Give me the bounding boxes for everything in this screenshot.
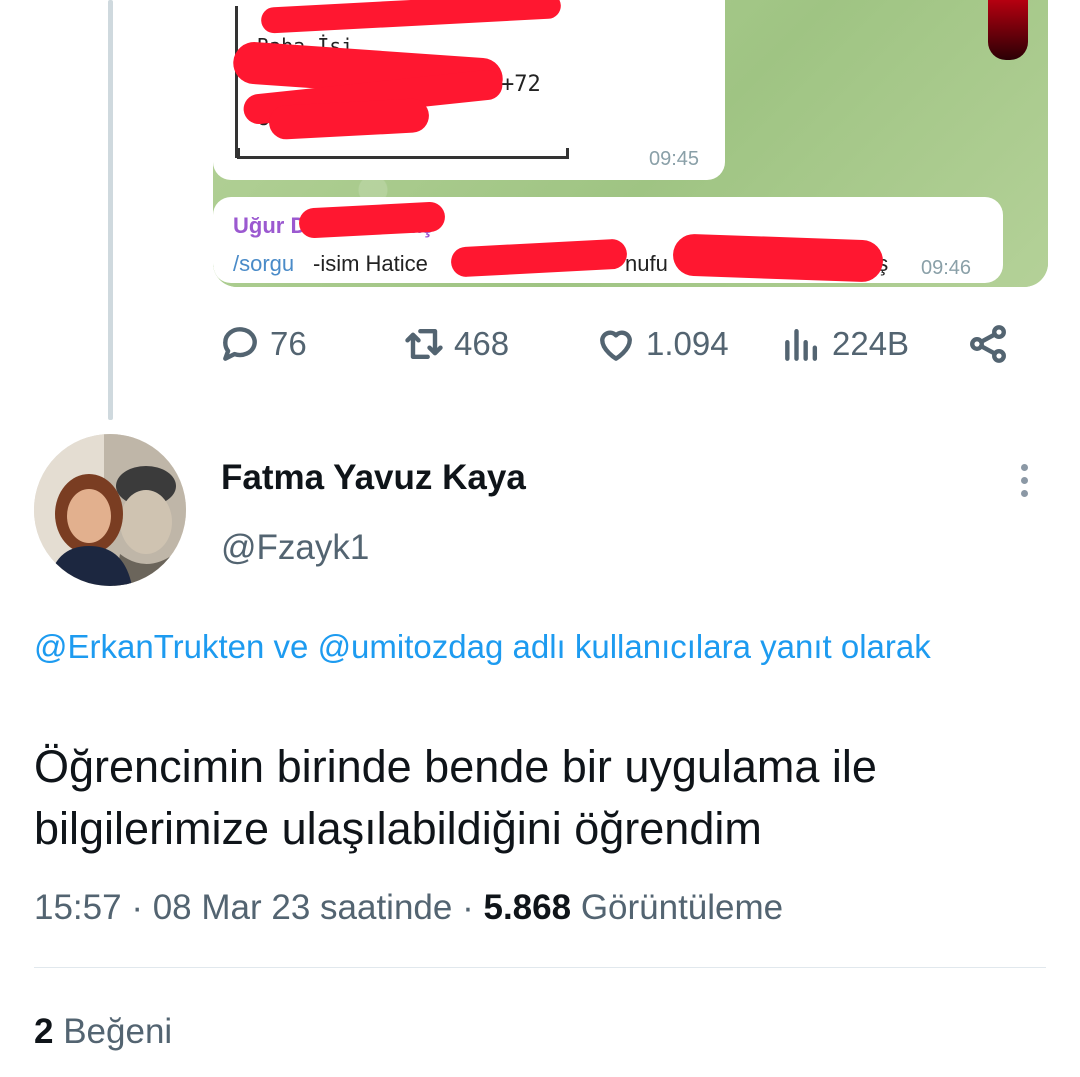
- more-options-button[interactable]: [1004, 458, 1044, 502]
- replying-to-context: @ErkanTrukten ve @umitozdag adlı kullanı…: [34, 618, 1044, 676]
- views-label: Görüntüleme: [580, 888, 784, 927]
- mention-link[interactable]: @umitozdag: [318, 628, 504, 665]
- retweet-icon: [405, 328, 443, 360]
- redaction-mark: [672, 233, 884, 283]
- like-icon: [600, 330, 632, 361]
- like-button[interactable]: 1.094: [594, 322, 729, 366]
- message-sender: Uğur D: [233, 213, 307, 238]
- thread-connector-line: [108, 0, 113, 420]
- media-corner-shape: [988, 0, 1028, 60]
- message-time: 09:45: [649, 148, 700, 170]
- avatar-photo: [34, 434, 186, 586]
- likes-total: 2: [34, 1012, 54, 1051]
- redaction-mark: [268, 97, 430, 141]
- likes-summary[interactable]: 2 Beğeni: [34, 1012, 172, 1052]
- views-button[interactable]: 224B: [780, 322, 909, 366]
- views-total: 5.868: [483, 888, 572, 927]
- share-button[interactable]: [966, 322, 1010, 366]
- more-icon: [1020, 476, 1028, 484]
- retweet-count: 468: [454, 325, 510, 362]
- tweet-time[interactable]: 15:57: [34, 888, 122, 927]
- retweet-button[interactable]: 468: [402, 322, 509, 366]
- views-icon: [785, 328, 818, 361]
- replying-suffix: adlı kullanıcılara yanıt olarak: [512, 628, 931, 665]
- telegram-message-bubble: Baba İsi +72 Uy 09:45: [213, 0, 725, 180]
- author-avatar[interactable]: [34, 434, 186, 586]
- message-line: +72: [501, 72, 541, 97]
- bot-command: /sorgu: [233, 251, 295, 276]
- share-icon: [970, 325, 1006, 363]
- separator-dot: ·: [131, 888, 143, 927]
- author-name[interactable]: Fatma Yavuz Kaya: [221, 458, 526, 498]
- tweet-text: Öğrencimin birinde bende bir uygulama il…: [34, 741, 877, 854]
- views-count: 224B: [832, 325, 910, 362]
- telegram-message-bubble: Uğur D aş /sorgu -isim Hatice nufu aş 09…: [213, 197, 1003, 283]
- message-text: -isim Hatice: [313, 251, 428, 276]
- frame-border: [235, 6, 242, 158]
- reply-icon: [223, 327, 257, 361]
- frame-bottom-border: [237, 148, 569, 159]
- separator-dot: ·: [462, 888, 474, 927]
- mention-link[interactable]: @ErkanTrukten: [34, 628, 264, 665]
- more-icon: [1020, 463, 1028, 471]
- like-count: 1.094: [646, 325, 729, 362]
- reply-count: 76: [270, 325, 307, 362]
- message-text: nufu: [625, 251, 668, 276]
- divider: [34, 967, 1046, 968]
- message-time: 09:46: [921, 257, 972, 279]
- reply-button[interactable]: 76: [218, 322, 307, 366]
- tweet-date[interactable]: 08 Mar 23 saatinde: [153, 888, 453, 927]
- tweet-meta: 15:57 · 08 Mar 23 saatinde · 5.868 Görün…: [34, 888, 783, 928]
- more-icon: [1020, 489, 1028, 497]
- mention-joiner: ve: [273, 628, 309, 665]
- likes-label: Beğeni: [63, 1012, 173, 1051]
- redaction-mark: [260, 0, 562, 34]
- tweet-media-image[interactable]: Baba İsi +72 Uy 09:45 Uğur D aş /sorgu -…: [213, 0, 1048, 287]
- redaction-mark: [450, 238, 628, 278]
- author-handle[interactable]: @Fzayk1: [221, 528, 369, 568]
